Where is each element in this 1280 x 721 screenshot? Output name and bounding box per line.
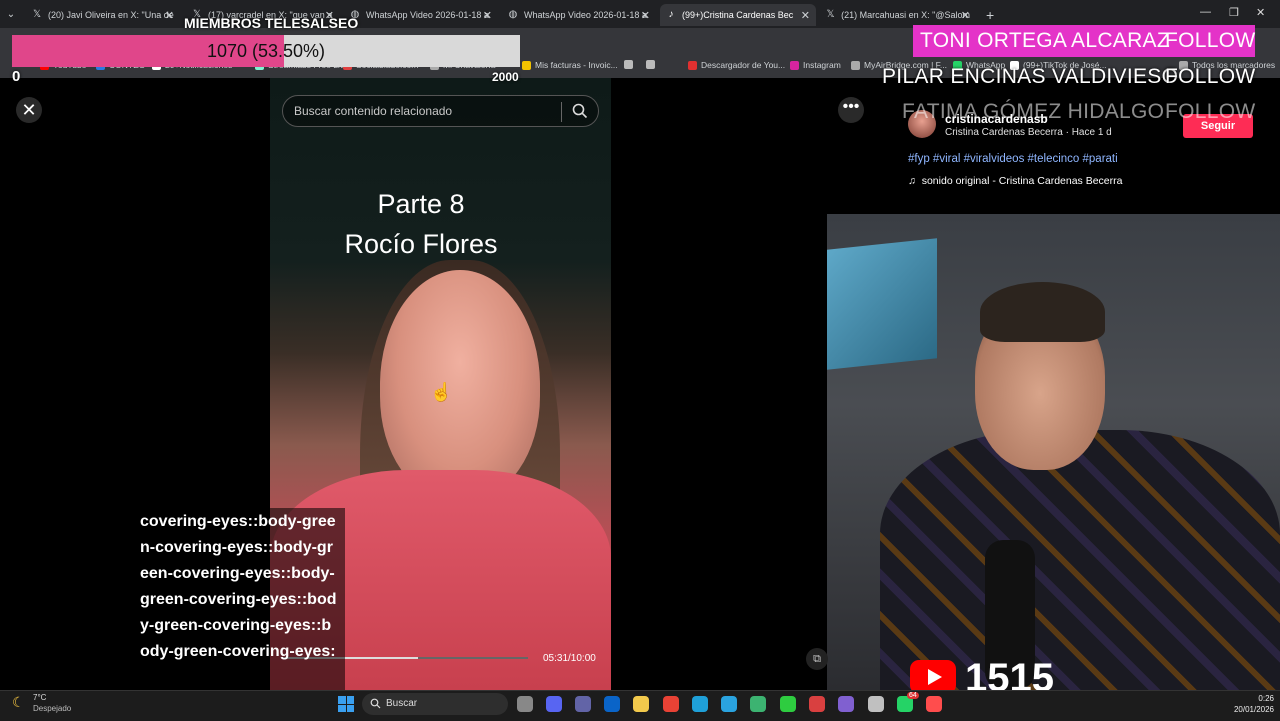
search-input[interactable]: Buscar contenido relacionado [282,95,599,127]
telegram-icon[interactable] [721,696,737,712]
follow-alert-name: FATIMA GÓMEZ HIDALGO [902,100,1165,123]
tab-4[interactable]: ◍ WhatsApp Video 2026-01-18 a ✕ [502,4,656,26]
user-meta: Cristina Cardenas Becerra · Hace 1 d [945,127,1112,138]
taskbar-search-label: Buscar [386,698,418,709]
tab-5-active[interactable]: ♪ (99+)Cristina Cardenas Bec ✕ [660,4,816,26]
windows-start-icon[interactable] [338,696,354,712]
chat-message: covering-eyes::body-green-covering-eyes:… [140,513,337,660]
bookmark-label: Descargador de You... [701,60,786,70]
close-icon[interactable]: ✕ [961,9,970,22]
bookmark-item[interactable]: Mis facturas - Invoic... [522,60,618,70]
close-icon[interactable]: ✕ [165,9,174,22]
bookmark-label: Mis facturas - Invoic... [535,60,618,70]
close-window-icon[interactable]: ✕ [1256,6,1265,19]
video-caption: Parte 8 Rocío Flores [270,184,572,264]
tab-1[interactable]: 𝕏 (20) Javi Oliveira en X: "Una de ✕ [26,4,180,26]
close-icon[interactable]: ✕ [483,9,492,22]
tab-search-button[interactable]: ⌄ [0,4,26,26]
members-goal-max: 2000 [492,70,519,84]
bookmark-label: Instagram [803,60,841,70]
clock-date: 20/01/2026 [1233,705,1274,714]
music-note-icon: ♫ [908,175,922,187]
webcam-background-monitor [827,238,937,370]
system-clock[interactable]: 0:26 20/01/2026 [1224,693,1274,715]
chevron-down-icon: ⌄ [6,9,16,20]
close-icon[interactable]: ✕ [641,9,650,22]
globe-icon: ◍ [508,9,518,20]
video-figure-face [380,270,540,500]
bookmark-item[interactable] [646,60,659,69]
tab-label: (20) Javi Oliveira en X: "Una de [48,10,174,20]
bookmark-item[interactable]: Descargador de You... [688,60,785,70]
weather-desc[interactable]: Despejado [33,704,71,713]
sound-link[interactable]: ♫ sonido original - Cristina Cardenas Be… [908,175,1122,187]
restore-icon[interactable]: ❐ [1229,6,1239,19]
caption-line-2: Rocío Flores [344,229,498,259]
streamer-hair [980,282,1105,342]
streamer-sweater [880,430,1280,690]
follow-alert-1: TONI ORTEGA ALCARAZ FOLLOW [913,25,1255,57]
app-green-icon[interactable] [780,696,796,712]
caption-line-1: Parte 8 [377,189,465,219]
minimize-icon[interactable]: — [1200,6,1211,18]
weather-moon-icon[interactable]: ☾ [12,694,25,711]
tiktok-icon: ♪ [668,9,674,20]
new-tab-button[interactable]: + [980,4,1000,26]
members-goal-text: 1070 (53.50%) [206,41,326,61]
bookmark-item[interactable]: Instagram [790,60,841,70]
tab-label: WhatsApp Video 2026-01-18 a [524,10,647,20]
search-icon[interactable] [571,102,589,120]
search-placeholder: Buscar contenido relacionado [294,104,453,118]
browser-icon[interactable] [750,696,766,712]
edge-icon[interactable] [692,696,708,712]
clock-time: 0:26 [1258,694,1274,703]
app-dark-icon[interactable] [926,696,942,712]
app-red-icon[interactable] [809,696,825,712]
bookmark-favicon-icon [688,60,697,70]
follow-alert-action: FOLLOW [1165,65,1256,88]
hand-cursor-icon: ☝ [430,382,453,402]
teams-icon[interactable] [575,696,591,712]
bookmark-favicon-icon [624,60,633,69]
follow-alert-action: FOLLOW [1165,100,1256,123]
outlook-icon[interactable] [604,696,620,712]
members-goal-title: MIEMBROS TELESALSEO [184,15,359,31]
close-icon[interactable]: ✕ [801,9,810,22]
bookmark-favicon-icon [851,60,860,70]
discord-icon[interactable] [546,696,562,712]
taskbar-search[interactable]: Buscar [362,693,508,715]
tab-6[interactable]: 𝕏 (21) Marcahuasi en X: "@Salom ✕ [820,4,976,26]
follow-alert-name: TONI ORTEGA ALCARAZ [920,29,1170,52]
notification-badge: 64 [907,692,919,699]
tab-3[interactable]: ◍ WhatsApp Video 2026-01-18 a ✕ [344,4,498,26]
tab-label: (21) Marcahuasi en X: "@Salom [841,10,970,20]
youtube-icon [910,660,956,694]
weather-temp[interactable]: 7°C [33,693,46,702]
tab-label: (99+)Cristina Cardenas Bec [682,10,794,20]
bookmark-item[interactable] [624,60,637,69]
bookmark-favicon-icon [790,60,799,70]
hashtags[interactable]: #fyp #viral #viralvideos #telecinco #par… [908,153,1118,165]
bookmark-favicon-icon [646,60,655,69]
task-view-icon[interactable] [517,696,533,712]
file-explorer-icon[interactable] [633,696,649,712]
app-icon[interactable] [838,696,854,712]
video-timecode: 05:31/10:00 [543,653,596,664]
chrome-icon[interactable] [663,696,679,712]
close-button[interactable]: ✕ [16,97,42,123]
app-gray-icon[interactable] [868,696,884,712]
search-divider [561,102,562,122]
copy-icon[interactable]: ⧉ [806,648,828,670]
follow-alert-name: PILAR ENCINAS VALDIVIESO [882,65,1179,88]
search-icon [370,698,381,709]
x-icon: 𝕏 [826,9,835,20]
follow-alert-action: FOLLOW [1165,29,1256,52]
tab-label: WhatsApp Video 2026-01-18 a [366,10,489,20]
x-icon: 𝕏 [32,9,42,20]
more-options-button[interactable]: ••• [838,97,864,123]
members-goal-min: 0 [12,68,21,85]
bookmark-favicon-icon [522,60,531,70]
sound-label: sonido original - Cristina Cardenas Bece… [921,175,1123,187]
